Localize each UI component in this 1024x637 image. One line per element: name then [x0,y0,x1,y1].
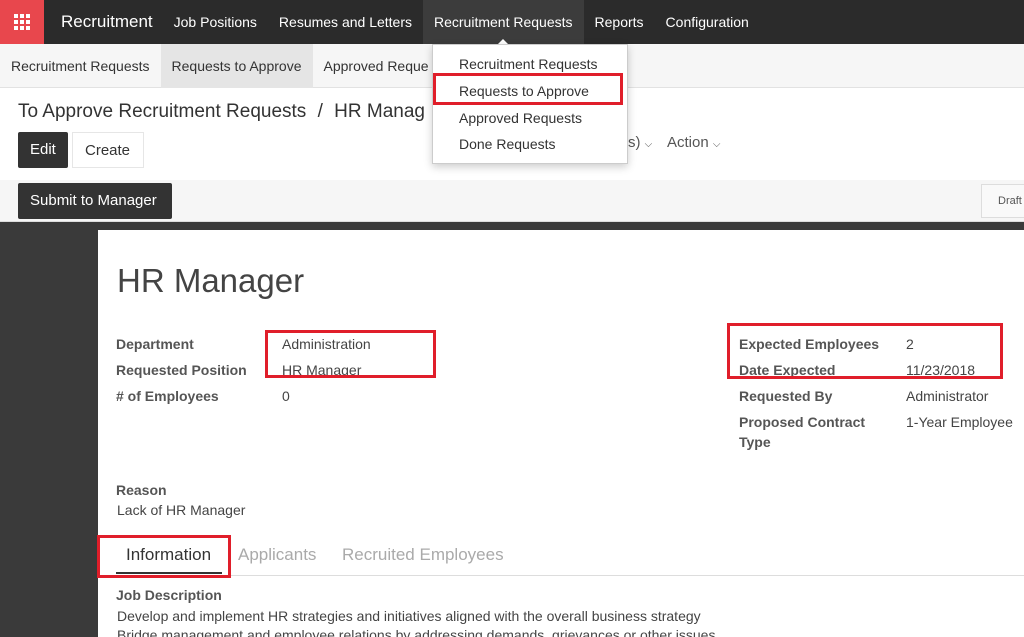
nav-job-positions[interactable]: Job Positions [163,0,268,44]
chevron-down-icon: ⌵ [644,139,653,150]
nav-recruitment-requests[interactable]: Recruitment Requests [423,0,584,45]
employee-count-value: 0 [282,388,290,404]
contract-type-label: Proposed Contract [739,414,866,430]
requested-position-label: Requested Position [116,362,247,378]
highlight-expected-fields [727,323,1003,379]
action-dropdown[interactable]: Action ⌵ [667,134,720,151]
filter-partial-label: s) [628,134,641,151]
tab-recruited-employees[interactable]: Recruited Employees [342,545,504,565]
employee-count-label: # of Employees [116,388,219,404]
subnav-recruitment-requests[interactable]: Recruitment Requests [0,44,161,88]
menu-item-done-requests[interactable]: Done Requests [459,136,556,152]
grid-icon [14,14,30,30]
highlight-information-tab [97,535,231,578]
submit-to-manager-button[interactable]: Submit to Manager [18,183,172,219]
department-label: Department [116,336,194,352]
top-navbar: Recruitment Job Positions Resumes and Le… [0,0,1024,45]
menu-item-approved-requests[interactable]: Approved Requests [459,110,582,126]
create-button[interactable]: Create [72,132,144,168]
job-description-label: Job Description [116,587,222,603]
record-title: HR Manager [117,262,305,299]
nav-reports[interactable]: Reports [584,0,655,44]
menu-item-recruitment-requests[interactable]: Recruitment Requests [459,56,598,72]
subnav-requests-to-approve[interactable]: Requests to Approve [160,43,313,88]
chevron-down-icon: ⌵ [712,139,721,150]
contract-type-label-line2: Type [739,434,771,450]
breadcrumb: To Approve Recruitment Requests / HR Man… [18,101,425,123]
nav-resumes-and-letters[interactable]: Resumes and Letters [268,0,423,44]
tab-divider [98,575,1024,576]
breadcrumb-separator: / [317,101,323,122]
nav-configuration[interactable]: Configuration [655,0,760,44]
app-brand: Recruitment [61,12,153,31]
reason-value: Lack of HR Manager [117,502,246,518]
edit-button[interactable]: Edit [18,132,68,168]
contract-type-value[interactable]: 1-Year Employee [906,414,1013,430]
job-description-line: Bridge management and employee relations… [117,627,716,637]
subnav-approved-requests[interactable]: Approved Reque [313,44,440,88]
requested-by-value[interactable]: Administrator [906,388,988,404]
breadcrumb-parent-link[interactable]: To Approve Recruitment Requests [18,101,306,122]
apps-menu-button[interactable] [0,0,44,44]
tab-applicants[interactable]: Applicants [238,545,316,565]
job-description-line: Develop and implement HR strategies and … [117,608,701,624]
highlight-requests-to-approve [433,73,623,105]
filter-toggle[interactable]: s) ⌵ [628,134,652,151]
action-label: Action [667,134,709,151]
reason-label: Reason [116,482,167,498]
breadcrumb-current: HR Manag [334,101,425,122]
highlight-department-position [265,330,436,378]
status-draft[interactable]: Draft [981,184,1024,218]
requested-by-label: Requested By [739,388,833,404]
